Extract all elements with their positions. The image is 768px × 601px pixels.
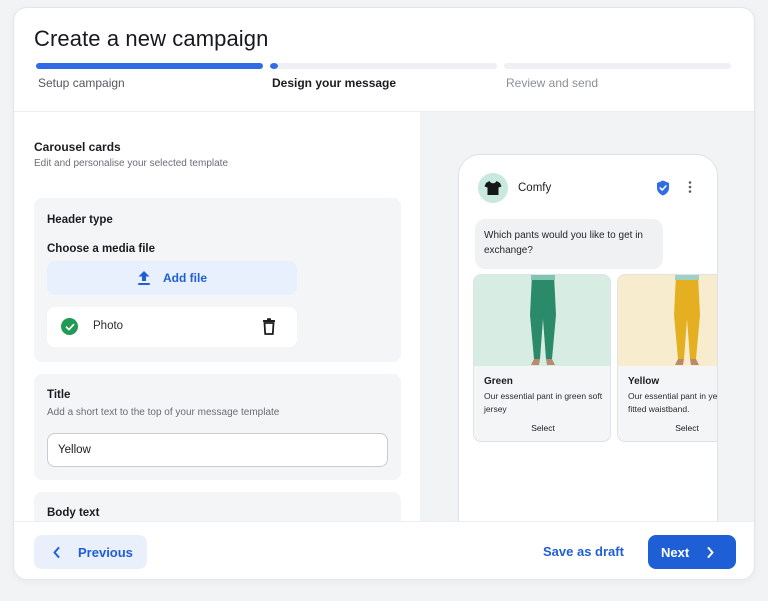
card-select-button[interactable]: Select bbox=[474, 423, 610, 433]
add-file-button[interactable]: Add file bbox=[47, 261, 297, 295]
section-title: Carousel cards bbox=[34, 140, 121, 154]
header-type-title: Header type bbox=[47, 214, 113, 226]
chevron-right-icon bbox=[707, 546, 714, 558]
trash-icon[interactable] bbox=[262, 318, 276, 340]
upload-icon bbox=[138, 271, 150, 285]
card-description: Our essential pant in green soft jersey bbox=[484, 391, 603, 414]
body-text-label: Body text bbox=[47, 507, 100, 519]
carousel-card: Green Our essential pant in green soft j… bbox=[473, 274, 611, 442]
card-description: Our essential pant in yellow with fitted… bbox=[628, 391, 718, 414]
previous-button[interactable]: Previous bbox=[34, 535, 147, 569]
uploaded-file-row: Photo bbox=[47, 307, 297, 347]
verified-badge-icon bbox=[656, 180, 670, 201]
step-track bbox=[36, 63, 263, 69]
step-label: Design your message bbox=[272, 76, 397, 90]
brand-name: Comfy bbox=[518, 182, 552, 194]
phone-preview: Comfy Which pants would you like to get … bbox=[458, 154, 718, 521]
preview-pane: Comfy Which pants would you like to get … bbox=[420, 112, 754, 521]
media-file-label: Choose a media file bbox=[47, 243, 156, 255]
step-label: Review and send bbox=[506, 76, 599, 90]
title-card: Title Add a short text to the top of you… bbox=[34, 374, 401, 480]
product-image bbox=[618, 275, 717, 366]
step-fill bbox=[36, 63, 263, 69]
title-input[interactable] bbox=[47, 433, 388, 467]
campaign-window: Create a new campaign Setup campaign Des… bbox=[13, 7, 755, 580]
card-title: Green bbox=[484, 376, 513, 387]
page-title: Create a new campaign bbox=[34, 26, 269, 51]
tshirt-icon bbox=[484, 181, 502, 195]
header-type-card: Header type Choose a media file Add file… bbox=[34, 198, 401, 362]
progress-stepper: Setup campaign Design your message Revie… bbox=[36, 63, 734, 93]
body-text-card: Body text bbox=[34, 492, 401, 521]
step-track bbox=[504, 63, 731, 69]
product-image bbox=[474, 275, 610, 366]
carousel[interactable]: Green Our essential pant in green soft j… bbox=[473, 274, 718, 444]
editor-pane[interactable]: Carousel cards Edit and personalise your… bbox=[14, 112, 420, 521]
save-draft-button[interactable]: Save as draft bbox=[543, 544, 624, 559]
step-track bbox=[270, 63, 497, 69]
previous-label: Previous bbox=[78, 544, 133, 560]
section-subtitle: Edit and personalise your selected templ… bbox=[34, 158, 229, 169]
step-label: Setup campaign bbox=[38, 76, 125, 90]
next-button[interactable]: Next bbox=[648, 535, 736, 569]
chevron-left-icon bbox=[53, 546, 60, 558]
message-bubble: Which pants would you like to get in exc… bbox=[475, 219, 663, 269]
title-field-hint: Add a short text to the top of your mess… bbox=[47, 407, 280, 418]
step-current-dot bbox=[270, 63, 278, 69]
brand-avatar bbox=[478, 173, 508, 203]
check-circle-icon bbox=[61, 318, 78, 335]
more-vertical-icon[interactable] bbox=[688, 181, 692, 194]
title-field-label: Title bbox=[47, 389, 71, 401]
next-label: Next bbox=[661, 544, 690, 560]
add-file-label: Add file bbox=[163, 271, 207, 285]
card-title: Yellow bbox=[628, 376, 660, 387]
carousel-card: Yellow Our essential pant in yellow with… bbox=[617, 274, 718, 442]
card-select-button[interactable]: Select bbox=[618, 423, 717, 433]
footer-bar: Previous Save as draft Next bbox=[14, 521, 754, 579]
file-name: Photo bbox=[93, 320, 124, 332]
